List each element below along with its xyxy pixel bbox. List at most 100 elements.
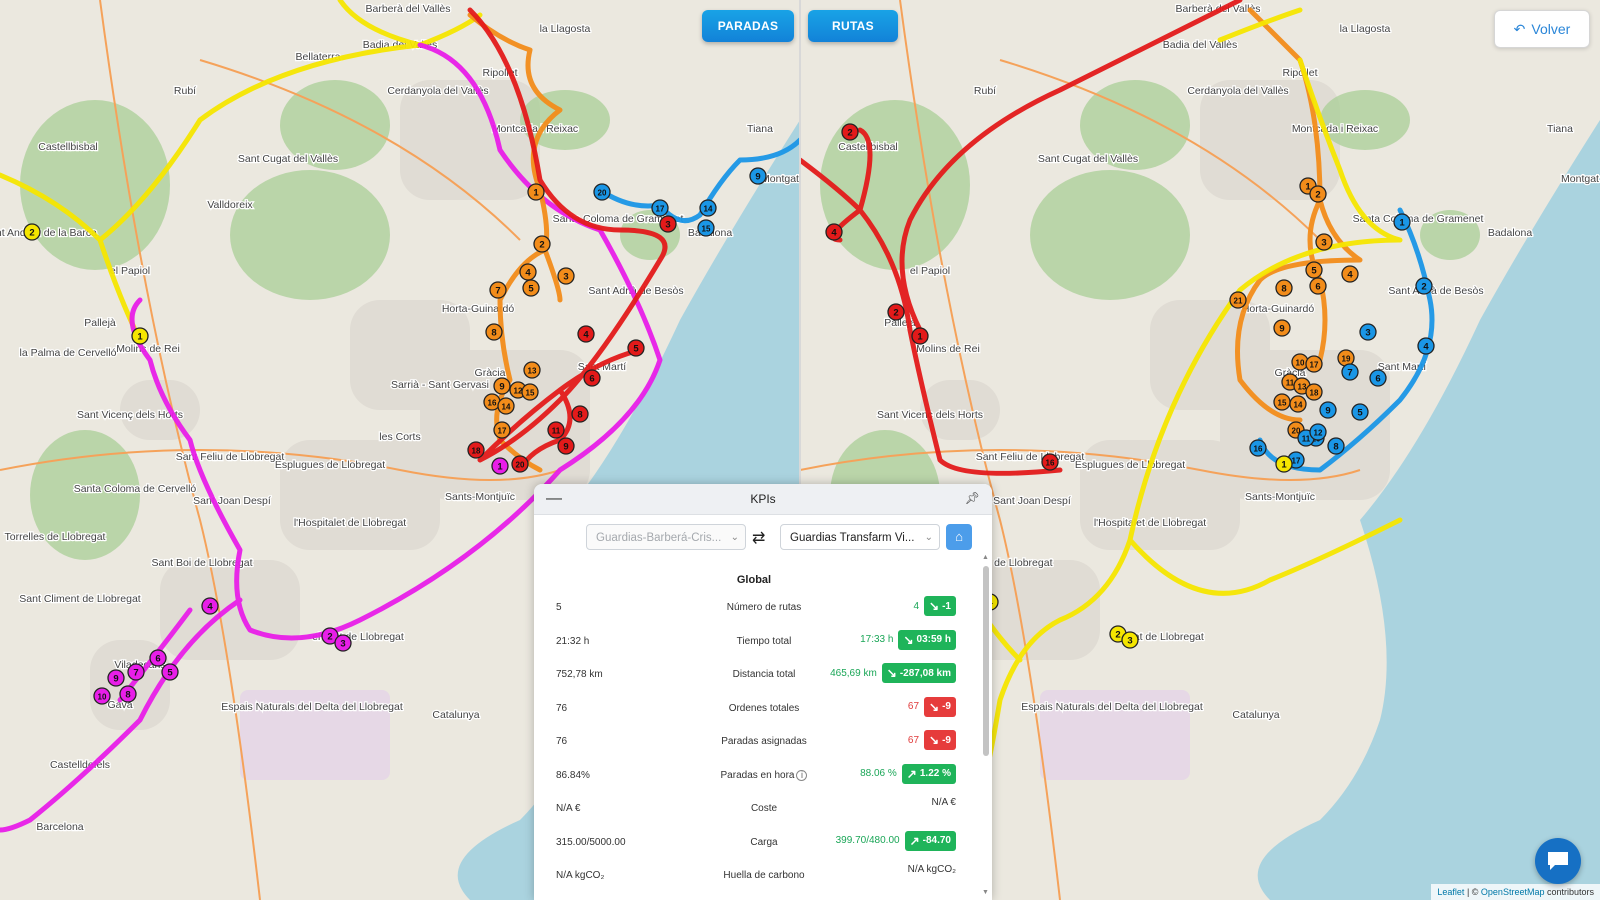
stop-marker[interactable]: 8 <box>119 685 137 703</box>
stop-marker[interactable]: 2 <box>1309 185 1327 203</box>
stop-marker[interactable]: 9 <box>1319 401 1337 419</box>
urban-area <box>1080 440 1240 550</box>
stop-marker[interactable]: 14 <box>699 199 717 217</box>
chevron-down-icon: ⌄ <box>730 532 739 543</box>
attribution-rest: contributors <box>1544 887 1594 897</box>
stop-marker[interactable]: 3 <box>1359 323 1377 341</box>
chat-icon[interactable] <box>1535 838 1581 884</box>
stop-marker[interactable]: 7 <box>1341 363 1359 381</box>
stop-marker[interactable]: 8 <box>1327 437 1345 455</box>
stop-marker[interactable]: 18 <box>1305 383 1323 401</box>
stop-marker[interactable]: 4 <box>1417 337 1435 355</box>
kpi-label: Paradas en hora i <box>654 769 874 781</box>
stop-marker[interactable]: 8 <box>571 405 589 423</box>
stop-marker[interactable]: 1 <box>491 457 509 475</box>
stop-marker[interactable]: 4 <box>577 325 595 343</box>
stop-marker[interactable]: 9 <box>493 377 511 395</box>
plan-select-b[interactable]: Guardias Transfarm Vi... ⌄ <box>780 524 940 550</box>
stop-marker[interactable]: 6 <box>583 369 601 387</box>
stop-marker-number: 17 <box>656 205 665 214</box>
stop-marker[interactable]: 15 <box>697 219 715 237</box>
stop-marker[interactable]: 9 <box>107 669 125 687</box>
stop-marker[interactable]: 11 <box>547 421 565 439</box>
stop-marker[interactable]: 5 <box>627 339 645 357</box>
stop-marker[interactable]: 9 <box>557 437 575 455</box>
stop-marker[interactable]: 6 <box>149 649 167 667</box>
stop-marker[interactable]: 14 <box>1289 395 1307 413</box>
home-icon[interactable]: ⌂ <box>946 524 972 550</box>
stop-marker[interactable]: 21 <box>1229 291 1247 309</box>
stop-marker-number: 2 <box>539 240 544 251</box>
stop-marker[interactable]: 13 <box>523 361 541 379</box>
stop-marker[interactable]: 7 <box>489 281 507 299</box>
paradas-button[interactable]: PARADAS <box>702 10 794 42</box>
scroll-up-icon[interactable]: ▲ <box>982 554 989 561</box>
stop-marker[interactable]: 5 <box>1305 261 1323 279</box>
stop-marker[interactable]: 7 <box>127 663 145 681</box>
trend-down-icon: ↘ <box>886 666 897 680</box>
stop-marker[interactable]: 1 <box>527 183 545 201</box>
scroll-down-icon[interactable]: ▼ <box>982 889 989 896</box>
stop-marker[interactable]: 8 <box>485 323 503 341</box>
stop-marker[interactable]: 20 <box>593 183 611 201</box>
plan-select-a[interactable]: Guardias-Barberá-Cris... ⌄ <box>586 524 746 550</box>
stop-marker[interactable]: 12 <box>1309 423 1327 441</box>
leaflet-link[interactable]: Leaflet <box>1437 887 1464 897</box>
info-icon[interactable]: i <box>796 769 808 781</box>
stop-marker[interactable]: 20 <box>511 455 529 473</box>
stop-marker[interactable]: 4 <box>519 263 537 281</box>
trend-down-icon: ↘ <box>929 699 940 714</box>
stop-marker[interactable]: 18 <box>467 441 485 459</box>
stop-marker[interactable]: 9 <box>749 167 767 185</box>
stop-marker[interactable]: 2 <box>841 123 859 141</box>
kpi-label: Paradas asignadas <box>721 736 807 747</box>
stop-marker[interactable]: 4 <box>201 597 219 615</box>
stop-marker[interactable]: 6 <box>1309 277 1327 295</box>
stop-marker[interactable]: 17 <box>1305 355 1323 373</box>
stop-marker[interactable]: 17 <box>651 199 669 217</box>
stop-marker[interactable]: 3 <box>557 267 575 285</box>
stop-marker[interactable]: 2 <box>23 223 41 241</box>
stop-marker-number: 8 <box>1281 284 1286 295</box>
stop-marker[interactable]: 3 <box>659 215 677 233</box>
stop-marker[interactable]: 3 <box>1315 233 1333 251</box>
minus-icon[interactable]: — <box>546 490 562 508</box>
kpi-scrollbar[interactable]: ▲ ▼ <box>982 554 990 896</box>
stop-marker[interactable]: 6 <box>1369 369 1387 387</box>
place-label: Torrelles de Llobregat <box>5 531 106 543</box>
stop-marker[interactable]: 1 <box>1275 455 1293 473</box>
scroll-thumb[interactable] <box>983 566 989 756</box>
stop-marker[interactable]: 1 <box>1393 213 1411 231</box>
stop-marker[interactable]: 1 <box>911 327 929 345</box>
kpi-delta-badge: ↘ -1 <box>924 596 956 616</box>
stop-marker[interactable]: 10 <box>93 687 111 705</box>
stop-marker[interactable]: 1 <box>131 327 149 345</box>
place-label: les Corts <box>379 431 420 443</box>
rutas-button[interactable]: RUTAS <box>808 10 898 42</box>
pin-icon[interactable]: 📌︎ <box>965 491 980 505</box>
stop-marker[interactable]: 4 <box>1341 265 1359 283</box>
osm-link[interactable]: OpenStreetMap <box>1481 887 1545 897</box>
stop-marker[interactable]: 5 <box>1351 403 1369 421</box>
stop-marker[interactable]: 3 <box>334 634 352 652</box>
place-label: Horta-Guinardó <box>1242 303 1315 315</box>
volver-button[interactable]: ↶ Volver <box>1494 10 1590 48</box>
stop-marker[interactable]: 14 <box>497 397 515 415</box>
stop-marker[interactable]: 8 <box>1275 279 1293 297</box>
swap-icon[interactable]: ⇄ <box>752 528 765 548</box>
stop-marker[interactable]: 2 <box>1415 277 1433 295</box>
stop-marker[interactable]: 15 <box>521 383 539 401</box>
stop-marker[interactable]: 16 <box>1249 439 1267 457</box>
stop-marker[interactable]: 5 <box>522 279 540 297</box>
kpi-label: Tiempo total <box>736 635 792 647</box>
kpi-delta-value: -9 <box>942 701 951 712</box>
stop-marker[interactable]: 2 <box>533 235 551 253</box>
stop-marker[interactable]: 9 <box>1273 319 1291 337</box>
stop-marker[interactable]: 16 <box>1041 453 1059 471</box>
stop-marker[interactable]: 3 <box>1121 631 1139 649</box>
stop-marker[interactable]: 2 <box>887 303 905 321</box>
stop-marker[interactable]: 5 <box>161 663 179 681</box>
stop-marker[interactable]: 15 <box>1273 393 1291 411</box>
stop-marker[interactable]: 17 <box>493 421 511 439</box>
stop-marker[interactable]: 4 <box>825 223 843 241</box>
